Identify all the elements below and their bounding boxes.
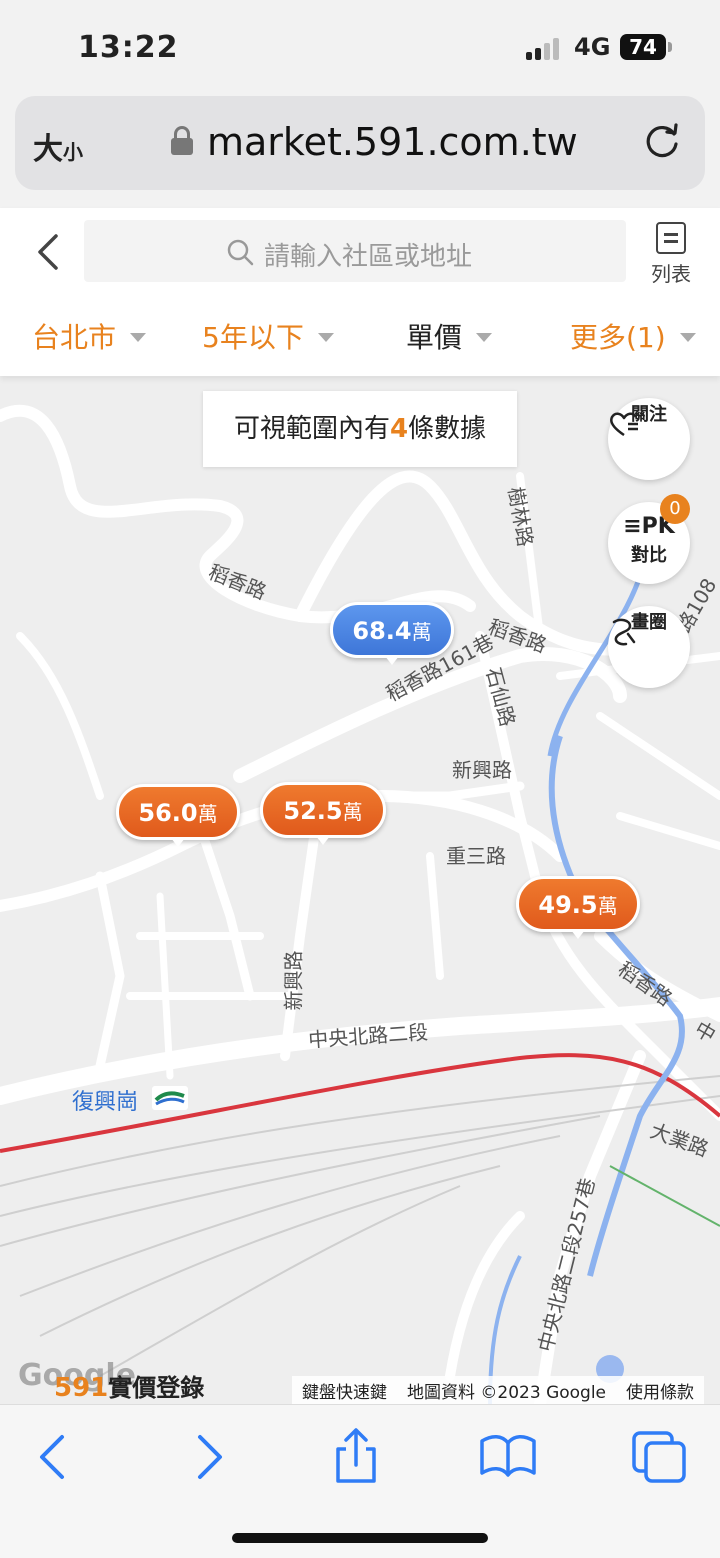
browser-toolbar [0, 1404, 720, 1558]
compare-badge: 0 [660, 494, 690, 524]
map-attribution: 鍵盤快速鍵 地圖資料 ©2023 Google 使用條款 [292, 1376, 705, 1404]
list-icon [656, 222, 686, 254]
url-text[interactable]: market.591.com.tw [207, 120, 578, 164]
search-placeholder: 請輸入社區或地址 [264, 242, 473, 272]
visible-count-box: 可視範圍內有4條數據 [203, 391, 517, 467]
list-view-button[interactable]: 列表 [640, 222, 702, 288]
filter-bar: 台北市 5年以下 單價 更多(1) [0, 308, 720, 364]
price-marker[interactable]: 68.4萬 [330, 602, 454, 665]
terms-link[interactable]: 使用條款 [626, 1378, 694, 1403]
filter-city[interactable]: 台北市 [32, 316, 147, 356]
heart-list-icon [610, 412, 638, 437]
status-time: 13:22 [78, 30, 179, 65]
price-marker[interactable]: 56.0萬 [116, 784, 240, 847]
filter-age[interactable]: 5年以下 [202, 316, 334, 356]
back-arrow-icon[interactable] [32, 230, 68, 274]
filter-more[interactable]: 更多(1) [570, 316, 696, 356]
chevron-down-icon [317, 332, 334, 342]
bookmarks-icon[interactable] [478, 1427, 538, 1487]
chevron-down-icon [679, 332, 696, 342]
map-view[interactable]: 稻香路 稻香路161巷 稻香路 石仙路 樹林路 新興路 重三路 新興路 中央北路… [0, 376, 720, 1404]
text-size-button[interactable]: 大小 [33, 124, 83, 168]
road-label: 新興路 [281, 950, 306, 1011]
chevron-down-icon [130, 332, 147, 342]
map-data-text: 地圖資料 ©2023 Google [407, 1383, 607, 1403]
search-icon [227, 239, 254, 266]
search-input[interactable]: 請輸入社區或地址 [84, 220, 626, 282]
keyboard-shortcuts-link[interactable]: 鍵盤快速鍵 [302, 1378, 387, 1403]
road-label: 新興路 [452, 758, 512, 782]
591-logo[interactable]: 591實價登錄 [54, 1368, 204, 1403]
address-bar[interactable]: 大小 market.591.com.tw [15, 96, 705, 190]
home-indicator [232, 1533, 488, 1543]
draw-circle-button[interactable]: 畫圈 [608, 606, 690, 688]
metro-icon [152, 1086, 188, 1110]
follow-button[interactable]: 關注 [608, 398, 690, 480]
battery-icon: 74 [620, 34, 672, 60]
share-icon[interactable] [326, 1427, 386, 1487]
road-label: 重三路 [446, 844, 506, 868]
app-header: 請輸入社區或地址 列表 台北市 5年以下 單價 更多(1) [0, 208, 720, 376]
list-label: 列表 [651, 262, 691, 286]
filter-unit-price[interactable]: 單價 [406, 316, 493, 356]
forward-icon[interactable] [178, 1427, 238, 1487]
price-marker[interactable]: 52.5萬 [260, 782, 386, 845]
network-type: 4G [574, 33, 611, 61]
tabs-icon[interactable] [630, 1427, 690, 1487]
hand-draw-icon [612, 618, 636, 646]
price-marker[interactable]: 49.5萬 [516, 876, 640, 939]
status-bar: 13:22 4G 74 [0, 0, 720, 94]
chevron-down-icon [476, 332, 493, 342]
station-label[interactable]: 復興崗 [72, 1084, 138, 1116]
compare-button[interactable]: 0 ≡PK 對比 [608, 494, 690, 584]
lock-icon [171, 126, 193, 156]
signal-icon [526, 38, 564, 60]
reload-icon[interactable] [643, 120, 683, 160]
back-icon[interactable] [24, 1427, 84, 1487]
